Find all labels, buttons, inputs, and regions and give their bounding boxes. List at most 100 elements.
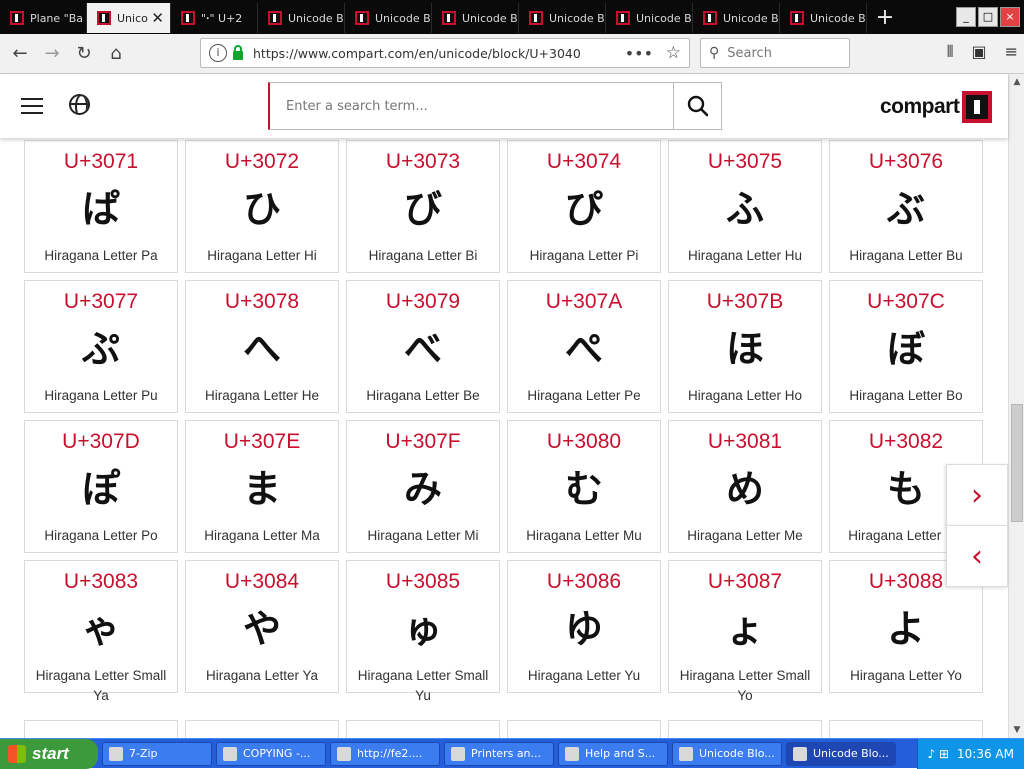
char-name: Hiragana Letter Ya <box>190 666 334 686</box>
browser-tab[interactable]: Unicode B <box>693 3 780 33</box>
character-card[interactable]: U+3083ゃHiragana Letter Small Ya <box>24 560 178 693</box>
character-card[interactable]: U+307DぽHiragana Letter Po <box>24 420 178 553</box>
browser-tab[interactable]: Unicode B <box>432 3 519 33</box>
compart-logo[interactable]: compart <box>880 91 992 123</box>
character-card[interactable] <box>24 720 178 738</box>
taskbar-item[interactable]: Printers an... <box>444 742 554 766</box>
tab-label: Unicode B <box>810 12 866 25</box>
character-card[interactable]: U+3078へHiragana Letter He <box>185 280 339 413</box>
char-code: U+3074 <box>508 150 660 174</box>
browser-tab[interactable]: Unicode B <box>780 3 867 33</box>
char-name: Hiragana Letter Mu <box>512 526 656 546</box>
start-button[interactable]: start <box>0 739 98 769</box>
char-name: Hiragana Letter Pe <box>512 386 656 406</box>
home-icon[interactable]: ⌂ <box>100 43 132 64</box>
address-bar[interactable]: i https://www.compart.com/en/unicode/blo… <box>200 38 690 68</box>
character-card[interactable]: U+3077ぷHiragana Letter Pu <box>24 280 178 413</box>
taskbar-item[interactable]: 7-Zip <box>102 742 212 766</box>
hamburger-menu-icon[interactable] <box>21 98 43 114</box>
character-card[interactable]: U+3071ぱHiragana Letter Pa <box>24 140 178 273</box>
browser-tab[interactable]: "ꞏ" U+2 <box>171 3 258 33</box>
char-name: Hiragana Letter Small Yu <box>351 666 495 706</box>
character-card[interactable]: U+3081めHiragana Letter Me <box>668 420 822 553</box>
back-icon[interactable]: ← <box>4 43 36 64</box>
character-card[interactable] <box>346 720 500 738</box>
character-card[interactable]: U+3080むHiragana Letter Mu <box>507 420 661 553</box>
taskbar-item[interactable]: http://fe2.... <box>330 742 440 766</box>
minimize-button[interactable]: _ <box>956 7 976 27</box>
char-code: U+307A <box>508 290 660 314</box>
bookmark-star-icon[interactable]: ☆ <box>666 43 681 63</box>
menu-icon[interactable]: ≡ <box>1005 42 1018 62</box>
character-card[interactable]: U+3075ふHiragana Letter Hu <box>668 140 822 273</box>
character-card[interactable] <box>507 720 661 738</box>
taskbar-app-icon <box>793 747 807 761</box>
tab-label: Unicode B <box>636 12 692 25</box>
browser-search-input[interactable]: ⚲ Search <box>700 38 850 68</box>
char-glyph: ゃ <box>25 605 177 653</box>
site-info-icon[interactable]: i <box>209 44 227 62</box>
scroll-thumb[interactable] <box>1011 404 1023 522</box>
scroll-up-icon[interactable]: ▲ <box>1009 74 1024 90</box>
browser-tab[interactable]: Plane "Ba <box>0 3 87 33</box>
char-code: U+307B <box>669 290 821 314</box>
character-card[interactable]: U+3074ぴHiragana Letter Pi <box>507 140 661 273</box>
char-code: U+3083 <box>25 570 177 594</box>
page-scrollbar[interactable]: ▲ ▼ <box>1008 74 1024 738</box>
character-card[interactable]: U+307EまHiragana Letter Ma <box>185 420 339 553</box>
maximize-button[interactable]: □ <box>978 7 998 27</box>
taskbar-item[interactable]: COPYING -... <box>216 742 326 766</box>
char-code: U+307D <box>25 430 177 454</box>
browser-tab[interactable]: Unico✕ <box>87 3 171 33</box>
character-card[interactable]: U+3087ょHiragana Letter Small Yo <box>668 560 822 693</box>
character-card[interactable]: U+307CぼHiragana Letter Bo <box>829 280 983 413</box>
tray-icons[interactable]: ♪ ⊞ <box>928 747 950 761</box>
character-card[interactable] <box>668 720 822 738</box>
forward-icon[interactable]: → <box>36 43 68 64</box>
character-card[interactable]: U+3072ひHiragana Letter Hi <box>185 140 339 273</box>
character-card[interactable]: U+3073びHiragana Letter Bi <box>346 140 500 273</box>
url-text[interactable]: https://www.compart.com/en/unicode/block… <box>253 46 581 61</box>
character-card[interactable]: U+307BほHiragana Letter Ho <box>668 280 822 413</box>
char-name: Hiragana Letter Pi <box>512 246 656 266</box>
scroll-down-icon[interactable]: ▼ <box>1009 722 1024 738</box>
tab-close-icon[interactable]: ✕ <box>151 9 164 27</box>
new-tab-button[interactable]: + <box>871 5 899 30</box>
sidebar-icon[interactable]: ▣ <box>971 42 986 62</box>
character-card[interactable]: U+307AぺHiragana Letter Pe <box>507 280 661 413</box>
close-window-button[interactable]: × <box>1000 7 1020 27</box>
char-glyph: ま <box>186 465 338 513</box>
taskbar-item-label: COPYING -... <box>243 747 310 760</box>
char-glyph: ぶ <box>830 185 982 233</box>
character-card[interactable]: U+3086ゆHiragana Letter Yu <box>507 560 661 693</box>
char-name: Hiragana Letter Me <box>673 526 817 546</box>
clock[interactable]: 10:36 AM <box>957 747 1014 761</box>
character-card[interactable]: U+3084やHiragana Letter Ya <box>185 560 339 693</box>
character-card[interactable]: U+3085ゅHiragana Letter Small Yu <box>346 560 500 693</box>
browser-tab[interactable]: Unicode B <box>606 3 693 33</box>
tab-favicon-icon <box>616 11 630 25</box>
taskbar-item-label: Unicode Blo... <box>699 747 775 760</box>
taskbar-item[interactable]: Unicode Blo... <box>672 742 782 766</box>
char-name: Hiragana Letter Ma <box>190 526 334 546</box>
site-header: Enter a search term... compart <box>0 74 1008 138</box>
prev-arrow-button[interactable]: ‹ <box>946 525 1008 587</box>
taskbar-item[interactable]: Unicode Blo... <box>786 742 896 766</box>
site-search-button[interactable] <box>673 82 722 130</box>
language-globe-icon[interactable] <box>69 94 90 115</box>
taskbar-item[interactable]: Help and S... <box>558 742 668 766</box>
next-arrow-button[interactable]: › <box>946 464 1008 526</box>
browser-tab[interactable]: Unicode B <box>258 3 345 33</box>
page-actions-icon[interactable]: ••• <box>625 44 653 63</box>
character-card[interactable] <box>185 720 339 738</box>
reload-icon[interactable]: ↻ <box>68 43 100 64</box>
character-card[interactable]: U+307FみHiragana Letter Mi <box>346 420 500 553</box>
browser-tab[interactable]: Unicode B <box>345 3 432 33</box>
site-search-input[interactable]: Enter a search term... <box>268 82 674 130</box>
library-icon[interactable]: ⫴ <box>947 42 954 62</box>
char-name: Hiragana Letter Bu <box>834 246 978 266</box>
character-card[interactable]: U+3076ぶHiragana Letter Bu <box>829 140 983 273</box>
browser-tab[interactable]: Unicode B <box>519 3 606 33</box>
character-card[interactable] <box>829 720 983 738</box>
character-card[interactable]: U+3079べHiragana Letter Be <box>346 280 500 413</box>
